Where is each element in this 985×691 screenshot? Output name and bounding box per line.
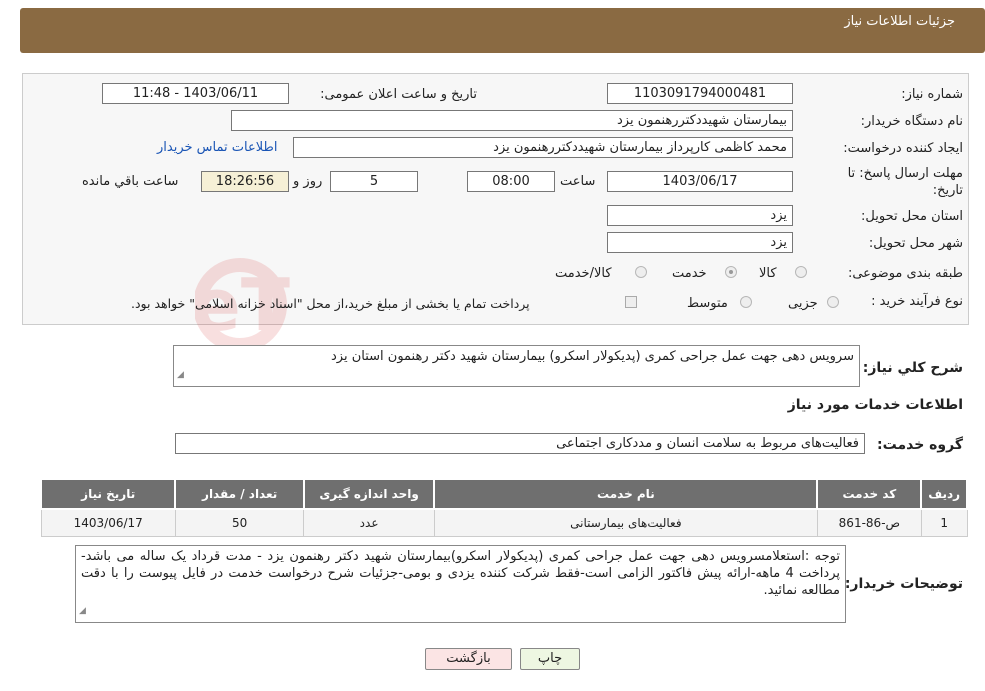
- buyer-org-label: نام دستگاه خریدار:: [860, 114, 963, 129]
- purchase-partial-label: جزیی: [788, 296, 818, 311]
- need-number-field[interactable]: 1103091794000481: [607, 83, 793, 104]
- purchase-medium-label: متوسط: [687, 296, 728, 311]
- cell-need-date: 1403/06/17: [40, 508, 176, 537]
- purchase-medium-radio[interactable]: [740, 296, 752, 308]
- resize-grip-icon[interactable]: ◢: [79, 603, 86, 620]
- buyer-org-field[interactable]: بیمارستان شهیددکتررهنمون یزد: [231, 110, 793, 131]
- category-goods-radio[interactable]: [795, 266, 807, 278]
- deadline-label-line1: مهلت ارسال پاسخ: تا: [847, 166, 963, 181]
- col-header-service-name: نام خدمت: [433, 478, 819, 510]
- buyer-contact-link[interactable]: اطلاعات تماس خریدار: [157, 140, 277, 155]
- col-header-need-date: تاریخ نیاز: [39, 478, 177, 510]
- cell-unit: عدد: [303, 508, 435, 537]
- category-goods-service-radio[interactable]: [635, 266, 647, 278]
- page-title: جزئیات اطلاعات نیاز: [844, 14, 955, 29]
- province-field[interactable]: یزد: [607, 205, 793, 226]
- need-number-label: شماره نیاز:: [901, 87, 963, 102]
- treasury-payment-note: پرداخت تمام یا بخشی از مبلغ خرید،از محل …: [131, 296, 530, 311]
- buyer-notes-text: توجه :استعلامسرویس دهی جهت عمل جراحی کمر…: [81, 549, 840, 598]
- cell-service-code: ص-86-861: [816, 508, 922, 537]
- cell-quantity: 50: [174, 508, 305, 537]
- purchase-partial-radio[interactable]: [827, 296, 839, 308]
- summary-label: شرح کلي نياز:: [862, 360, 963, 376]
- treasury-payment-checkbox[interactable]: [625, 296, 637, 308]
- deadline-time-field[interactable]: 08:00: [467, 171, 555, 192]
- requester-field[interactable]: محمد کاظمی کارپرداز بیمارستان شهیددکترره…: [293, 137, 793, 158]
- service-group-label: گروه خدمت:: [877, 437, 963, 453]
- category-label: طبقه بندی موضوعی:: [847, 266, 963, 281]
- back-button[interactable]: بازگشت: [425, 648, 512, 670]
- category-goods-label: کالا: [759, 266, 777, 281]
- summary-textarea[interactable]: سرویس دهی جهت عمل جراحی کمری (پدیکولار ا…: [173, 345, 860, 387]
- page-header: [20, 8, 985, 53]
- col-header-service-code: کد خدمت: [816, 478, 923, 510]
- buyer-notes-textarea[interactable]: توجه :استعلامسرویس دهی جهت عمل جراحی کمر…: [75, 545, 846, 623]
- remaining-time-field[interactable]: 18:26:56: [201, 171, 289, 192]
- city-label: شهر محل تحویل:: [868, 236, 963, 251]
- announce-datetime-field[interactable]: 1403/06/11 - 11:48: [102, 83, 289, 104]
- cell-service-name: فعالیت‌های بیمارستانی: [433, 508, 818, 537]
- print-button[interactable]: چاپ: [520, 648, 580, 670]
- services-table: ردیف کد خدمت نام خدمت واحد اندازه گیری ت…: [39, 478, 968, 537]
- deadline-label-line2: تاریخ:: [932, 183, 963, 198]
- summary-text: سرویس دهی جهت عمل جراحی کمری (پدیکولار ا…: [331, 349, 854, 364]
- remaining-time-label: ساعت باقي مانده: [82, 174, 179, 189]
- category-service-label: خدمت: [672, 266, 707, 281]
- purchase-type-label: نوع فرآیند خرید :: [871, 294, 963, 309]
- services-section-title: اطلاعات خدمات مورد نیاز: [787, 397, 963, 413]
- city-field[interactable]: یزد: [607, 232, 793, 253]
- col-header-row-number: ردیف: [920, 478, 968, 510]
- deadline-time-label: ساعت: [560, 174, 596, 189]
- service-group-field[interactable]: فعالیت‌های مربوط به سلامت انسان و مددکار…: [175, 433, 865, 454]
- deadline-date-field[interactable]: 1403/06/17: [607, 171, 793, 192]
- table-header-row: ردیف کد خدمت نام خدمت واحد اندازه گیری ت…: [39, 478, 968, 510]
- category-goods-service-label: کالا/خدمت: [555, 266, 612, 281]
- col-header-quantity: تعداد / مقدار: [174, 478, 305, 510]
- table-row: 1 ص-86-861 فعالیت‌های بیمارستانی عدد 50 …: [40, 508, 968, 537]
- deadline-days-field[interactable]: 5: [330, 171, 418, 192]
- requester-label: ایجاد کننده درخواست:: [843, 141, 963, 156]
- category-service-radio[interactable]: [725, 266, 737, 278]
- col-header-unit: واحد اندازه گیری: [302, 478, 436, 510]
- cell-row-number: 1: [920, 508, 968, 537]
- buyer-notes-label: توضیحات خریدار:: [844, 576, 963, 592]
- services-table-wrapper: ردیف کد خدمت نام خدمت واحد اندازه گیری ت…: [39, 478, 968, 537]
- deadline-days-label: روز و: [293, 174, 323, 189]
- announce-datetime-label: تاریخ و ساعت اعلان عمومی:: [320, 87, 477, 102]
- province-label: استان محل تحویل:: [861, 209, 963, 224]
- resize-grip-icon[interactable]: ◢: [177, 367, 184, 384]
